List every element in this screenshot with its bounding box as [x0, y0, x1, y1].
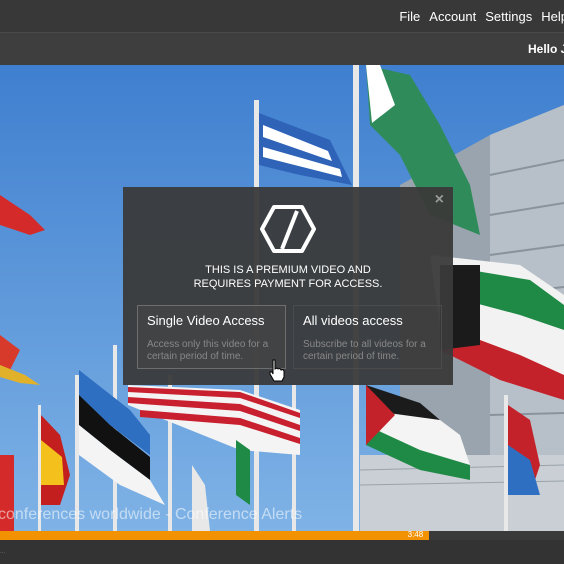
- hand-cursor-icon: [269, 359, 285, 382]
- all-videos-access-option[interactable]: All videos access Subscribe to all video…: [293, 305, 442, 369]
- premium-access-dialog: × THIS IS A PREMIUM VIDEO AND REQUIRES P…: [123, 187, 453, 385]
- progress-bar[interactable]: 3:48: [0, 530, 564, 540]
- option-title: Single Video Access: [147, 313, 265, 328]
- progress-time: 3:48: [407, 530, 424, 539]
- menu-item-settings[interactable]: Settings: [485, 9, 532, 24]
- premium-message-line2: REQUIRES PAYMENT FOR ACCESS.: [193, 278, 383, 290]
- user-greeting[interactable]: Hello J: [528, 42, 564, 56]
- option-title: All videos access: [303, 313, 403, 328]
- close-button[interactable]: ×: [435, 191, 444, 209]
- premium-message-line1: THIS IS A PREMIUM VIDEO AND: [205, 264, 371, 276]
- menu-item-account[interactable]: Account: [429, 9, 476, 24]
- progress-fill: [0, 531, 429, 540]
- option-description: Subscribe to all videos for a certain pe…: [303, 339, 426, 362]
- menu-item-help[interactable]: Help: [541, 9, 564, 24]
- premium-message: THIS IS A PREMIUM VIDEO AND REQUIRES PAY…: [123, 263, 453, 291]
- hexagon-slash-icon: [260, 205, 316, 253]
- single-video-access-option[interactable]: Single Video Access Access only this vid…: [137, 305, 286, 369]
- menu-bar: File Account Settings Help: [0, 0, 564, 32]
- control-bar-text: ...: [0, 549, 6, 555]
- control-bar: ...: [0, 540, 564, 564]
- option-description: Access only this video for a certain per…: [147, 339, 269, 362]
- header-bar: Hello J: [0, 32, 564, 65]
- video-caption: conferences worldwide - Conference Alert…: [0, 506, 303, 523]
- menu-item-file[interactable]: File: [399, 9, 420, 24]
